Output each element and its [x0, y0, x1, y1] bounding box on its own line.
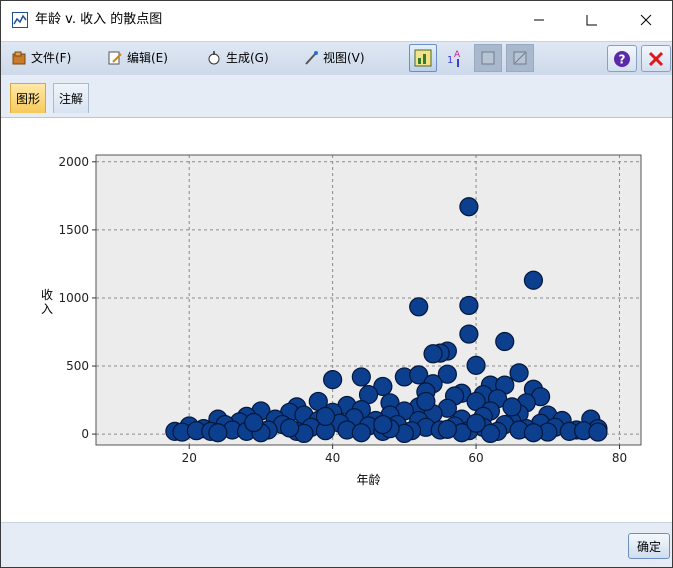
- menu-toolbar: 文件(F) 编辑(E) 生成(G) 视图(V) 1A ?: [1, 41, 672, 76]
- generate-icon: [206, 50, 222, 66]
- y-axis-label-char-1: 收: [41, 288, 53, 302]
- data-point: [466, 413, 486, 433]
- x-tick-label: 40: [325, 451, 340, 465]
- maximize-icon: [586, 15, 597, 26]
- title-bar[interactable]: 年龄 v. 收入 的散点图: [1, 1, 672, 39]
- y-tick-label: 1000: [58, 291, 89, 305]
- data-point: [423, 344, 443, 364]
- footer-bar: 确定: [1, 522, 672, 567]
- x-tick-label: 80: [612, 451, 627, 465]
- maximize-button[interactable]: [569, 5, 615, 35]
- help-icon: ?: [614, 50, 630, 67]
- scatterplot-app-icon: [12, 12, 28, 28]
- edit-pencil-icon: [107, 50, 123, 66]
- view-brush-icon: [303, 50, 319, 66]
- data-point: [437, 419, 457, 439]
- data-point: [244, 412, 264, 433]
- help-button[interactable]: ?: [607, 45, 637, 72]
- data-point: [523, 423, 544, 443]
- frame-icon: [481, 51, 495, 65]
- data-point: [351, 423, 371, 443]
- menu-generate[interactable]: 生成(G): [206, 48, 269, 68]
- tab-graph[interactable]: 图形: [10, 83, 47, 113]
- x-tick-label: 20: [182, 451, 197, 465]
- data-point: [459, 324, 479, 344]
- y-tick-label: 2000: [58, 155, 89, 169]
- label-order-icon: 1A: [447, 50, 461, 67]
- data-point: [373, 414, 393, 435]
- frame-button[interactable]: [474, 44, 502, 72]
- diagonal-icon: [513, 51, 527, 65]
- svg-text:?: ?: [619, 52, 626, 66]
- data-point: [409, 297, 429, 317]
- graph-view-button[interactable]: [409, 44, 437, 72]
- data-point: [466, 355, 486, 375]
- scatter-chart: 20 40 60 80 0 500 1000 1500 2000 年龄 收 入: [41, 154, 642, 487]
- close-panel-button[interactable]: [641, 45, 671, 72]
- data-point: [495, 331, 515, 352]
- minimize-button[interactable]: [516, 5, 562, 35]
- scatterplot-window: 年龄 v. 收入 的散点图 文件(F) 编辑(E) 生成(G) 视图(V) 1 …: [0, 0, 673, 568]
- data-point: [588, 422, 608, 442]
- y-tick-label: 0: [81, 427, 89, 441]
- svg-text:A: A: [454, 50, 461, 60]
- data-point: [523, 270, 544, 290]
- minimize-icon: [534, 19, 544, 21]
- file-folder-icon: [11, 50, 27, 66]
- graph-view-icon: [414, 49, 432, 67]
- tab-bar: 图形 注解: [1, 75, 672, 118]
- x-axis-label: 年龄: [356, 473, 380, 487]
- label-order-button[interactable]: 1A: [442, 44, 470, 72]
- svg-text:1: 1: [447, 55, 453, 66]
- data-point: [459, 295, 479, 316]
- data-point: [459, 197, 479, 217]
- chart-area: 20 40 60 80 0 500 1000 1500 2000 年龄 收 入: [1, 118, 672, 521]
- data-point: [351, 367, 371, 387]
- data-point: [416, 391, 436, 412]
- y-axis-label-char-2: 入: [41, 302, 53, 316]
- window-title: 年龄 v. 收入 的散点图: [35, 12, 163, 27]
- data-point: [502, 397, 522, 417]
- data-point: [280, 418, 300, 438]
- y-tick-label: 500: [66, 359, 89, 373]
- close-red-icon: [648, 51, 664, 66]
- data-point: [509, 363, 529, 383]
- diagonal-button[interactable]: [506, 44, 534, 72]
- menu-file[interactable]: 文件(F): [11, 48, 71, 68]
- data-point: [208, 423, 228, 443]
- tab-annotation[interactable]: 注解: [53, 83, 90, 113]
- close-icon: [640, 14, 652, 26]
- menu-edit[interactable]: 编辑(E): [107, 48, 168, 68]
- x-tick-label: 60: [468, 451, 483, 465]
- menu-view[interactable]: 视图(V): [303, 48, 365, 68]
- close-window-button[interactable]: [623, 5, 669, 35]
- ok-button[interactable]: 确定: [628, 533, 670, 559]
- data-point: [315, 406, 336, 427]
- y-tick-label: 1500: [58, 223, 89, 237]
- data-point: [323, 370, 343, 390]
